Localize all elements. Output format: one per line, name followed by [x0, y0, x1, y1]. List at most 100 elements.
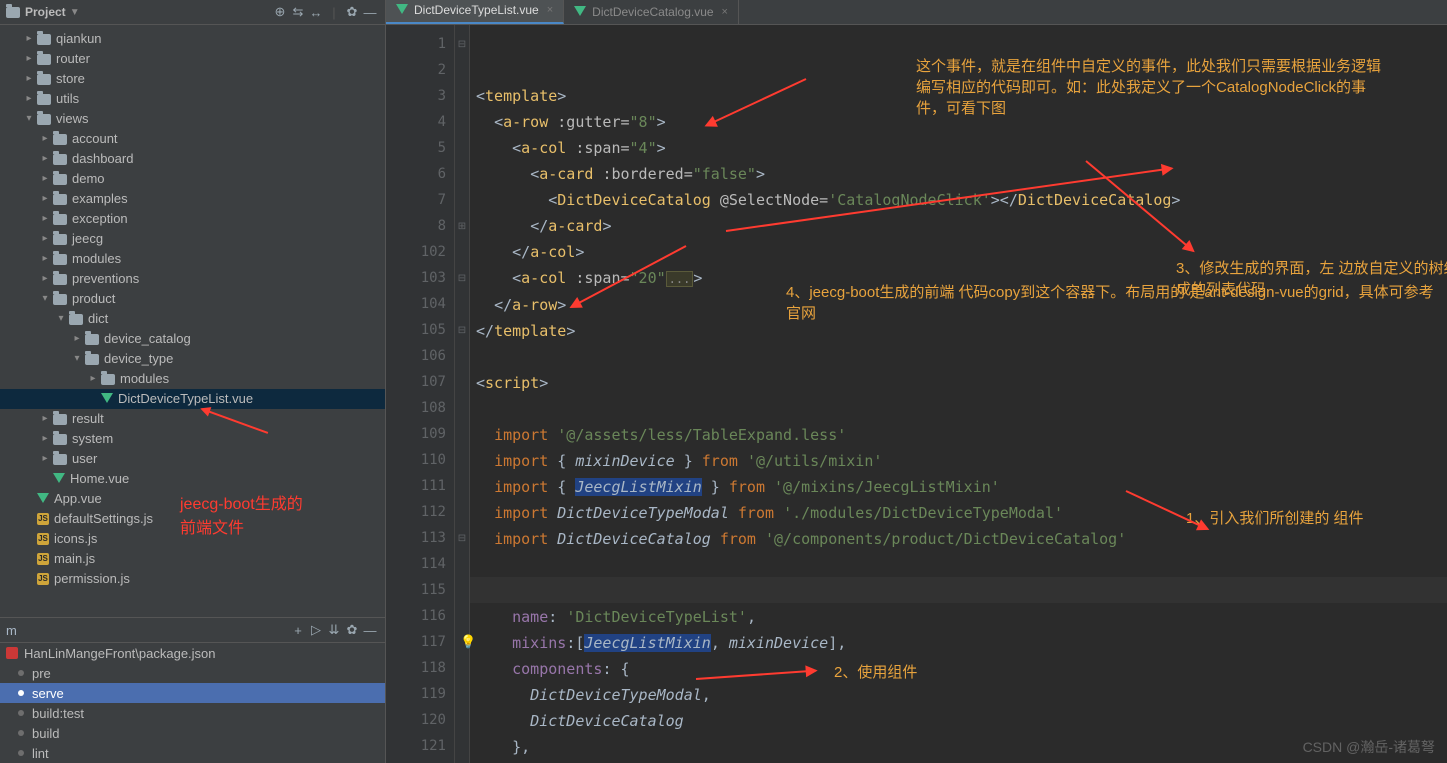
tree-item-dictdevicetypelist-vue[interactable]: DictDeviceTypeList.vue	[0, 389, 385, 409]
tab-dictdevicecatalog[interactable]: DictDeviceCatalog.vue ×	[564, 0, 739, 24]
tree-label: App.vue	[54, 489, 102, 509]
run-icon[interactable]: ▷	[307, 622, 325, 638]
tab-dictdevicetypelist[interactable]: DictDeviceTypeList.vue ×	[386, 0, 564, 24]
tree-item-home-vue[interactable]: Home.vue	[0, 469, 385, 489]
tree-item-product[interactable]: ▾product	[0, 289, 385, 309]
tree-item-system[interactable]: ▸system	[0, 429, 385, 449]
tree-label: account	[72, 129, 118, 149]
collapse-icon[interactable]: ⇆	[289, 4, 307, 20]
add-icon[interactable]: +	[289, 623, 307, 638]
tree-label: demo	[72, 169, 105, 189]
line-number: 109	[386, 421, 446, 447]
npm-task-lint[interactable]: lint	[0, 743, 385, 763]
folder-icon	[37, 94, 51, 105]
npm-file[interactable]: HanLinMangeFront\package.json	[0, 643, 385, 663]
line-number: 1	[386, 31, 446, 57]
tree-item-utils[interactable]: ▸utils	[0, 89, 385, 109]
vue-icon	[396, 4, 408, 16]
npm-task-pre[interactable]: pre	[0, 663, 385, 683]
npm-task-label: pre	[32, 666, 51, 681]
project-panel-header: Project ▼ ⊕ ⇆ ↔ | ✿ —	[0, 0, 385, 25]
tree-item-router[interactable]: ▸router	[0, 49, 385, 69]
tree-item-account[interactable]: ▸account	[0, 129, 385, 149]
project-tree[interactable]: ▸qiankun▸router▸store▸utils▾views▸accoun…	[0, 25, 385, 617]
npm-icon	[6, 647, 18, 659]
tab-label: DictDeviceTypeList.vue	[414, 3, 539, 17]
line-number: 7	[386, 187, 446, 213]
folder-icon	[37, 114, 51, 125]
tree-item-defaultsettings-js[interactable]: JSdefaultSettings.js	[0, 509, 385, 529]
code-area[interactable]: <template> <a-row :gutter="8"> <a-col :s…	[470, 25, 1447, 763]
line-number: 118	[386, 655, 446, 681]
project-title: Project	[25, 5, 66, 19]
tree-label: DictDeviceTypeList.vue	[118, 389, 253, 409]
npm-file-label: HanLinMangeFront\package.json	[24, 646, 216, 661]
folder-icon	[53, 234, 67, 245]
divider: |	[325, 5, 343, 20]
line-number: 110	[386, 447, 446, 473]
tree-item-exception[interactable]: ▸exception	[0, 209, 385, 229]
tree-label: user	[72, 449, 97, 469]
tree-item-demo[interactable]: ▸demo	[0, 169, 385, 189]
tree-item-result[interactable]: ▸result	[0, 409, 385, 429]
code-editor[interactable]: 1234567810210310410510610710810911011111…	[386, 25, 1447, 763]
folder-icon	[53, 294, 67, 305]
tree-label: device_catalog	[104, 329, 191, 349]
tree-label: main.js	[54, 549, 95, 569]
js-icon: JS	[37, 533, 49, 545]
npm-task-build-test[interactable]: build:test	[0, 703, 385, 723]
tree-item-icons-js[interactable]: JS icons.js	[0, 529, 385, 549]
tree-item-device_type[interactable]: ▾device_type	[0, 349, 385, 369]
lightbulb-icon[interactable]: 💡	[460, 630, 476, 656]
tree-item-modules[interactable]: ▸modules	[0, 249, 385, 269]
folder-icon	[101, 374, 115, 385]
close-icon[interactable]: ×	[547, 4, 553, 16]
line-number: 108	[386, 395, 446, 421]
line-number: 119	[386, 681, 446, 707]
line-number: 3	[386, 83, 446, 109]
tree-item-dashboard[interactable]: ▸dashboard	[0, 149, 385, 169]
tree-item-permission-js[interactable]: JSpermission.js	[0, 569, 385, 589]
tree-item-preventions[interactable]: ▸preventions	[0, 269, 385, 289]
expand-icon[interactable]: ↔	[307, 5, 325, 20]
line-number: 120	[386, 707, 446, 733]
close-icon[interactable]: ×	[722, 6, 728, 18]
npm-task-label: lint	[32, 746, 49, 761]
tree-item-qiankun[interactable]: ▸qiankun	[0, 29, 385, 49]
tree-label: device_type	[104, 349, 173, 369]
npm-task-build[interactable]: build	[0, 723, 385, 743]
tree-item-views[interactable]: ▾views	[0, 109, 385, 129]
line-number: 113	[386, 525, 446, 551]
tree-item-user[interactable]: ▸user	[0, 449, 385, 469]
task-dot-icon	[18, 750, 24, 756]
tree-label: result	[72, 409, 104, 429]
tree-item-jeecg[interactable]: ▸jeecg	[0, 229, 385, 249]
folder-icon	[85, 334, 99, 345]
line-number: 103	[386, 265, 446, 291]
gear-icon[interactable]: ✿	[343, 4, 361, 20]
line-number: 106	[386, 343, 446, 369]
tree-label: Home.vue	[70, 469, 129, 489]
folder-icon	[37, 54, 51, 65]
tree-item-main-js[interactable]: JSmain.js	[0, 549, 385, 569]
npm-panel-header: m + ▷ ⇊ ✿ —	[0, 617, 385, 643]
line-number: 8	[386, 213, 446, 239]
tree-item-app-vue[interactable]: App.vue	[0, 489, 385, 509]
tree-label: icons.js	[54, 529, 97, 549]
gear-icon[interactable]: ✿	[343, 622, 361, 638]
target-icon[interactable]: ⊕	[271, 4, 289, 20]
minimize-icon[interactable]: —	[361, 5, 379, 20]
minimize-icon[interactable]: —	[361, 623, 379, 638]
task-dot-icon	[18, 710, 24, 716]
tree-label: dashboard	[72, 149, 133, 169]
chevron-down-icon[interactable]: ▼	[70, 7, 80, 18]
tree-item-store[interactable]: ▸store	[0, 69, 385, 89]
tree-item-dict[interactable]: ▾dict	[0, 309, 385, 329]
folder-icon	[85, 354, 99, 365]
collapse-all-icon[interactable]: ⇊	[325, 622, 343, 638]
tree-item-modules[interactable]: ▸modules	[0, 369, 385, 389]
npm-task-serve[interactable]: serve	[0, 683, 385, 703]
tree-item-device_catalog[interactable]: ▸device_catalog	[0, 329, 385, 349]
folder-icon	[69, 314, 83, 325]
tree-item-examples[interactable]: ▸examples	[0, 189, 385, 209]
